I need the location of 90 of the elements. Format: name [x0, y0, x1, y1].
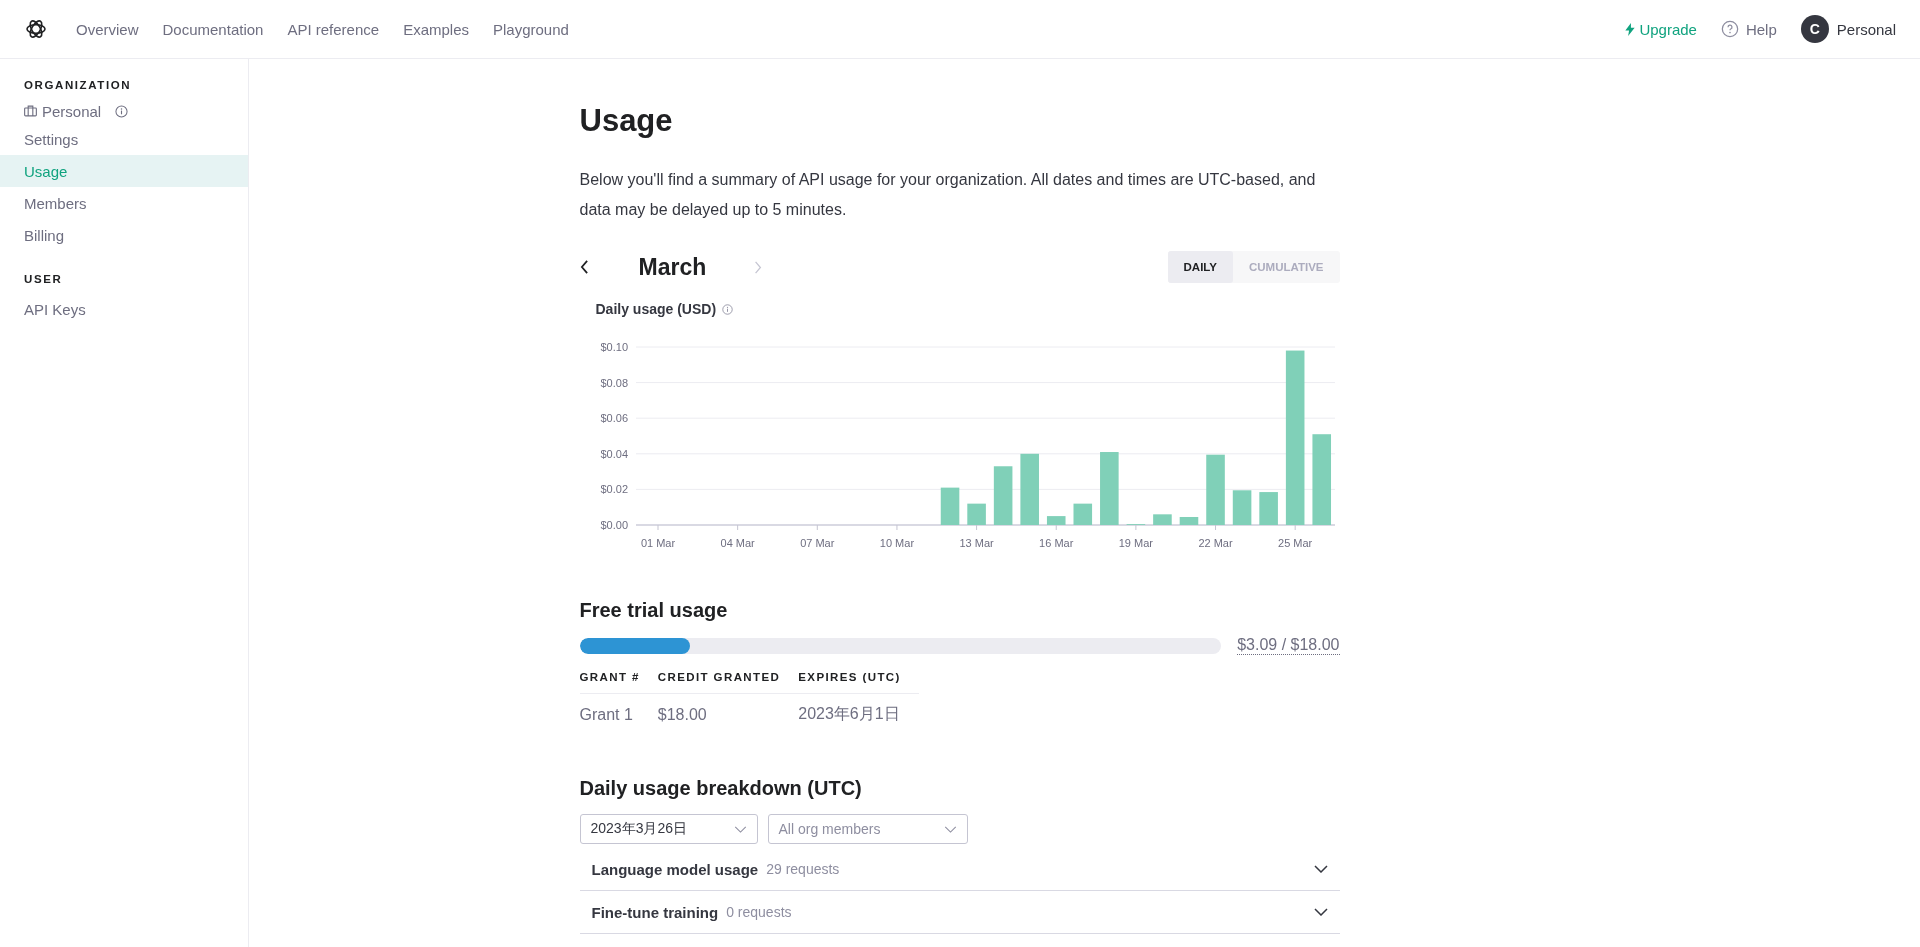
x-axis-label: 19 Mar — [1118, 537, 1153, 549]
y-axis-label: $0.02 — [599, 483, 628, 496]
lightning-icon — [1625, 22, 1636, 36]
column-header: GRANT # — [579, 671, 658, 694]
x-axis-label: 16 Mar — [1038, 537, 1073, 549]
accordion-title: Fine-tune training — [591, 903, 719, 921]
info-icon[interactable] — [115, 104, 129, 118]
chart-title: Daily usage (USD) — [595, 301, 717, 317]
sidebar-item[interactable]: Billing — [0, 219, 248, 251]
info-icon[interactable] — [722, 303, 734, 315]
usage-bar[interactable] — [1232, 490, 1251, 525]
usage-bar[interactable] — [1285, 350, 1304, 525]
usage-bar[interactable] — [1258, 492, 1278, 525]
usage-bar[interactable] — [940, 487, 959, 525]
page-description: Below you'll find a summary of API usage for your organization. All dates and times are UTC-based, and data may be delayed up to 5 minutes. — [579, 170, 1317, 220]
usage-bar[interactable] — [1019, 453, 1039, 525]
y-axis-label: $0.04 — [599, 447, 628, 460]
y-axis-label: $0.06 — [599, 412, 628, 425]
x-axis-label: 01 Mar — [640, 537, 675, 549]
request-count: 29 requests — [766, 861, 840, 877]
sidebar-item[interactable]: Settings — [0, 123, 248, 155]
accordion-header[interactable]: Fine-tune training 0 requests — [579, 891, 1340, 934]
chevron-right-icon[interactable] — [754, 260, 763, 274]
chevron-icon — [1313, 908, 1328, 916]
table-cell: $18.00 — [657, 693, 799, 725]
chevron-left-icon[interactable] — [579, 260, 589, 274]
logo-icon[interactable] — [24, 17, 48, 41]
x-tick-mark — [975, 524, 977, 531]
table-cell: Grant 1 — [579, 693, 658, 725]
accordion-title: Language model usage — [591, 860, 759, 878]
account-name[interactable]: Personal — [1836, 20, 1896, 38]
x-tick-mark — [895, 524, 897, 531]
month-label: March — [638, 253, 707, 281]
chevron-icon — [1313, 865, 1328, 873]
usage-bar[interactable] — [1179, 517, 1198, 525]
briefcase-icon — [24, 105, 37, 117]
date-select[interactable]: 2023年3月26日 — [579, 814, 758, 844]
accordion-header[interactable]: Language model usage 29 requests — [579, 848, 1340, 891]
y-axis-label: $0.10 — [599, 341, 628, 353]
page-title: Usage — [579, 103, 674, 139]
sidebar-item[interactable]: Usage — [0, 155, 248, 187]
help-icon — [1720, 20, 1739, 38]
y-axis-label: $0.00 — [599, 519, 628, 531]
nav-link[interactable]: Documentation — [162, 20, 264, 38]
usage-bar[interactable] — [966, 503, 986, 525]
x-tick-mark — [1134, 524, 1136, 531]
y-axis-label: $0.08 — [599, 376, 628, 389]
usage-amount: $3.09 / $18.00 — [1237, 636, 1340, 655]
x-axis-label: 04 Mar — [720, 537, 755, 549]
x-axis-label: 07 Mar — [799, 537, 834, 549]
x-axis-label: 25 Mar — [1277, 537, 1312, 549]
sidebar-item[interactable]: API Keys — [0, 293, 248, 325]
upgrade-link[interactable]: Upgrade — [1625, 20, 1697, 38]
usage-bar[interactable] — [1311, 434, 1331, 525]
view-toggle-button[interactable]: DAILY — [1167, 251, 1233, 283]
nav-link[interactable]: Examples — [403, 20, 469, 38]
usage-bar[interactable] — [1152, 514, 1172, 525]
x-tick-mark — [1055, 524, 1057, 531]
x-axis-label: 13 Mar — [958, 537, 994, 549]
avatar[interactable]: C — [1800, 15, 1829, 43]
column-header: EXPIRES (UTC) — [798, 671, 919, 694]
usage-bar[interactable] — [1073, 503, 1092, 525]
x-tick-mark — [1294, 524, 1296, 531]
usage-bar[interactable] — [1099, 452, 1119, 525]
nav-link[interactable]: Overview — [76, 20, 139, 38]
section-title: Daily usage breakdown (UTC) — [579, 777, 863, 800]
help-link[interactable]: Help — [1720, 20, 1777, 38]
nav-link[interactable]: Playground — [493, 20, 569, 38]
nav-link[interactable]: API reference — [287, 20, 380, 38]
usage-bar[interactable] — [1046, 516, 1066, 525]
chevron-down-icon — [733, 825, 747, 833]
chevron-down-icon — [943, 825, 957, 833]
table-cell: 2023年6月1日 — [798, 693, 919, 725]
sidebar-heading: ORGANIZATION — [23, 79, 133, 91]
x-axis-label: 22 Mar — [1197, 537, 1233, 549]
sidebar-heading: USER — [23, 273, 64, 285]
help-label: Help — [1745, 20, 1777, 38]
member-select[interactable]: All org members — [767, 814, 968, 844]
column-header: CREDIT GRANTED — [657, 671, 799, 694]
x-tick-mark — [1214, 524, 1216, 531]
x-tick-mark — [816, 524, 818, 531]
x-tick-mark — [736, 524, 738, 531]
usage-bar[interactable] — [993, 466, 1012, 525]
usage-bar[interactable] — [1205, 454, 1225, 525]
x-axis-label: 10 Mar — [879, 537, 914, 549]
request-count: 0 requests — [726, 904, 792, 920]
section-title: Free trial usage — [579, 599, 729, 622]
org-name[interactable]: Personal — [42, 102, 102, 120]
upgrade-label: Upgrade — [1639, 20, 1697, 38]
sidebar-item[interactable]: Members — [0, 187, 248, 219]
